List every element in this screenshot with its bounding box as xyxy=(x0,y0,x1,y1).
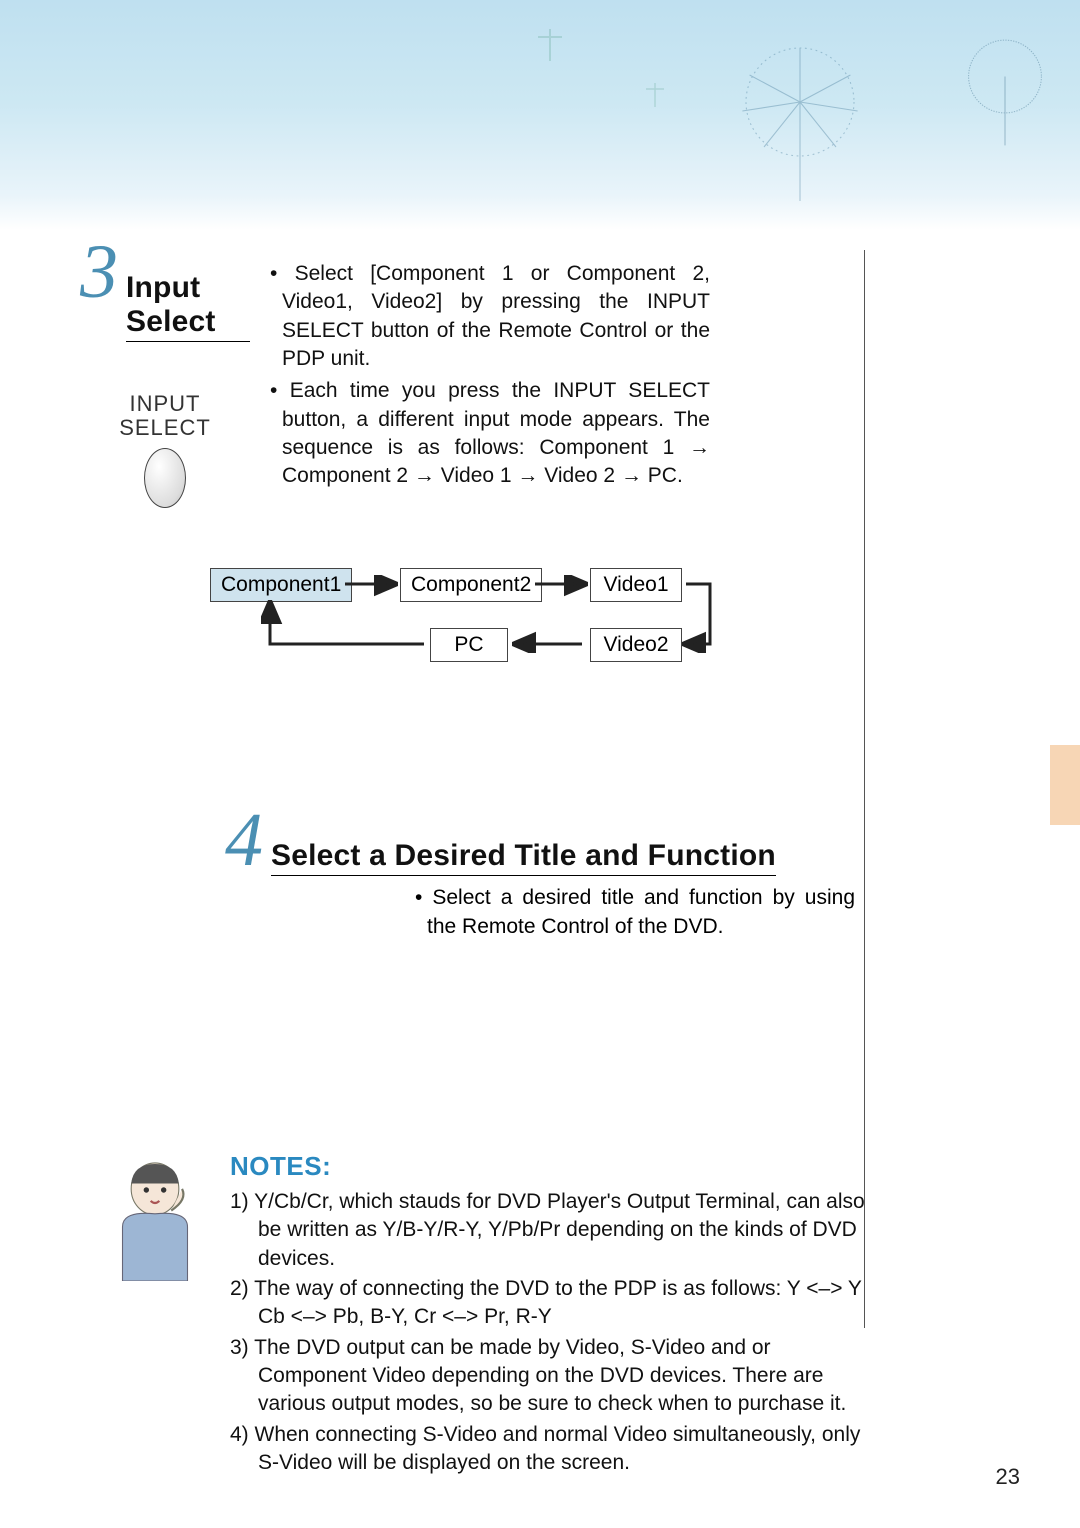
bullet-item: • Select [Component 1 or Component 2, Vi… xyxy=(270,260,710,373)
remote-label-line: SELECT xyxy=(119,415,211,440)
bullet-item: • Select a desired title and function by… xyxy=(415,884,855,941)
note-item: 1) Y/Cb/Cr, which stauds for DVD Player'… xyxy=(230,1188,870,1273)
notes-list: 1) Y/Cb/Cr, which stauds for DVD Player'… xyxy=(230,1188,870,1477)
step-title: Select a Desired Title and Function xyxy=(271,839,776,876)
step-number: 3 xyxy=(80,250,118,296)
bullet-item: • Each time you press the INPUT SELECT b… xyxy=(270,377,710,490)
bullet-text: Each time you press the INPUT SELECT but… xyxy=(282,379,710,487)
notes-section: NOTES: 1) Y/Cb/Cr, which stauds for DVD … xyxy=(100,1151,990,1479)
notes-person-icon xyxy=(100,1151,210,1479)
note-item: 3) The DVD output can be made by Video, … xyxy=(230,1334,870,1419)
step-3-section: 3 Input Select INPUT SELECT • Select [Co… xyxy=(80,250,990,508)
step-number: 4 xyxy=(225,818,263,864)
bullet-text: Select [Component 1 or Component 2, Vide… xyxy=(282,262,710,370)
bullet-text: Select a desired title and function by u… xyxy=(427,886,855,937)
remote-button-label: INPUT SELECT xyxy=(80,392,250,440)
page-number: 23 xyxy=(996,1464,1020,1490)
step-title: Input Select xyxy=(126,271,250,342)
notes-title: NOTES: xyxy=(230,1151,870,1182)
input-flow-diagram: Component1 Component2 Video1 Video2 PC xyxy=(210,568,990,708)
remote-button-icon xyxy=(144,448,186,508)
step-bullets: • Select [Component 1 or Component 2, Vi… xyxy=(270,260,710,491)
flow-arrows xyxy=(210,568,730,678)
note-item: 4) When connecting S-Video and normal Vi… xyxy=(230,1421,870,1478)
remote-label-line: INPUT xyxy=(130,391,201,416)
step-4-section: 4 Select a Desired Title and Function • … xyxy=(225,818,990,941)
note-item: 2) The way of connecting the DVD to the … xyxy=(230,1275,870,1332)
